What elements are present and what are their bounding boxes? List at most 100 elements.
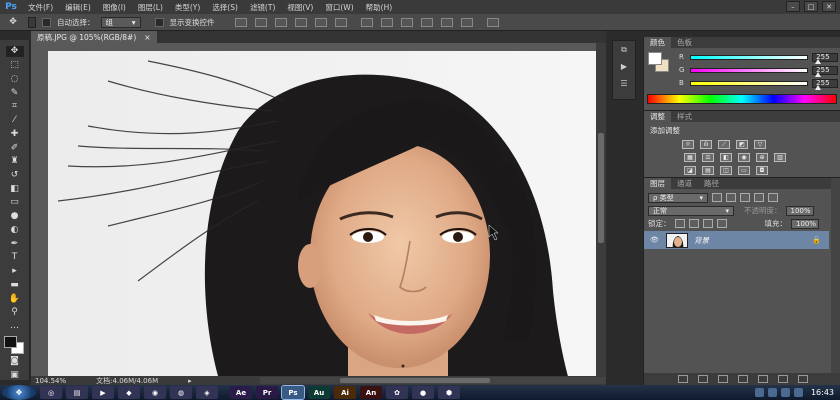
close-button[interactable]: ✕ [822, 1, 836, 12]
taskbar-ai[interactable]: Ai [334, 386, 356, 399]
taskbar-ps[interactable]: Ps [281, 385, 305, 400]
path-selection-tool-icon[interactable]: ▸ [6, 266, 24, 277]
document-tab[interactable]: 原稿.JPG @ 105%(RGB/8#) × [31, 31, 157, 43]
taskbar-app-icon[interactable]: ◆ [118, 386, 140, 399]
taskbar-clock[interactable]: 16:43 [811, 388, 834, 397]
tab-close-icon[interactable]: × [144, 33, 150, 42]
zoom-tool-icon[interactable]: ⚲ [6, 307, 24, 318]
photo-canvas[interactable] [48, 51, 596, 376]
menu-view[interactable]: 视图(V) [281, 2, 319, 13]
slider-r-track[interactable] [690, 54, 822, 64]
vertical-scroll-thumb[interactable] [598, 133, 604, 243]
filter-smart-icon[interactable] [768, 193, 778, 202]
quick-select-tool-icon[interactable]: ✎ [6, 87, 24, 98]
crop-tool-icon[interactable]: ⌗ [6, 101, 24, 112]
menu-edit[interactable]: 编辑(E) [59, 2, 97, 13]
tab-styles[interactable]: 样式 [671, 111, 698, 122]
fill-input[interactable]: 100% [791, 218, 819, 229]
dodge-tool-icon[interactable]: ◐ [6, 225, 24, 236]
filter-shape-icon[interactable] [754, 193, 764, 202]
gradient-map-icon[interactable]: ▭ [738, 166, 750, 175]
tab-color[interactable]: 颜色 [644, 37, 671, 48]
opacity-input[interactable]: 100% [785, 205, 814, 216]
tab-layers[interactable]: 图层 [644, 178, 671, 189]
horizontal-scrollbar[interactable] [260, 377, 606, 384]
menu-filter[interactable]: 滤镜(T) [244, 2, 281, 13]
lasso-tool-icon[interactable]: ◌ [6, 73, 24, 84]
preset-dropdown[interactable] [28, 16, 36, 28]
screen-mode-icon[interactable]: ▣ [6, 369, 24, 380]
eraser-tool-icon[interactable]: ◧ [6, 183, 24, 194]
actions-panel-icon[interactable]: ▶ [617, 61, 631, 72]
menu-help[interactable]: 帮助(H) [360, 2, 399, 13]
distribute-vcenter-icon[interactable] [380, 17, 393, 27]
tray-network-icon[interactable] [754, 388, 764, 397]
tray-app-icon[interactable] [793, 388, 803, 397]
levels-icon[interactable]: ılı [700, 140, 712, 149]
filter-pixel-icon[interactable] [712, 193, 722, 202]
layer-style-icon[interactable] [697, 375, 708, 383]
blur-tool-icon[interactable]: ● [6, 211, 24, 222]
history-brush-tool-icon[interactable]: ↺ [6, 170, 24, 181]
start-button-icon[interactable]: ❖ [2, 385, 36, 400]
photo-filter-icon[interactable]: ◉ [738, 153, 750, 162]
slider-b-track[interactable] [690, 80, 822, 90]
foreground-color-swatch[interactable] [3, 336, 17, 349]
lock-transparent-icon[interactable] [674, 219, 685, 228]
selective-color-icon[interactable]: ◘ [756, 166, 768, 175]
vibrance-icon[interactable]: ▽ [754, 140, 766, 149]
layer-filter-dropdown[interactable]: ρ 类型 ▾ [648, 192, 708, 203]
align-top-icon[interactable] [234, 17, 247, 27]
menu-image[interactable]: 图像(I) [97, 2, 132, 13]
rectangle-tool-icon[interactable]: ▬ [6, 279, 24, 290]
tab-paths[interactable]: 路径 [698, 178, 725, 189]
menu-file[interactable]: 文件(F) [22, 2, 59, 13]
taskbar-explorer-icon[interactable]: ▤ [66, 386, 88, 399]
align-bottom-icon[interactable] [274, 17, 287, 27]
tray-flag-icon[interactable] [780, 388, 790, 397]
new-adjustment-icon[interactable] [737, 375, 748, 383]
taskbar-an[interactable]: An [360, 386, 382, 399]
tab-channels[interactable]: 通道 [671, 178, 698, 189]
channel-mixer-icon[interactable]: ⊕ [756, 153, 768, 162]
new-layer-icon[interactable] [777, 375, 788, 383]
show-transform-checkbox[interactable] [154, 17, 164, 27]
taskbar-app5-icon[interactable]: ✿ [386, 386, 408, 399]
hand-tool-icon[interactable]: ✋ [6, 293, 24, 304]
taskbar-pr[interactable]: Pr [256, 386, 278, 399]
align-left-icon[interactable] [294, 17, 307, 27]
distribute-left-icon[interactable] [420, 17, 433, 27]
menu-window[interactable]: 窗口(W) [319, 2, 359, 13]
gradient-tool-icon[interactable]: ▭ [6, 197, 24, 208]
type-tool-icon[interactable]: T [6, 252, 24, 263]
layers-scrollbar[interactable] [831, 178, 840, 386]
distribute-top-icon[interactable] [360, 17, 373, 27]
clone-stamp-tool-icon[interactable]: ♜ [6, 156, 24, 167]
taskbar-ae[interactable]: Ae [230, 386, 252, 399]
lock-all-icon[interactable] [716, 219, 727, 228]
align-right-icon[interactable] [334, 17, 347, 27]
slider-g-track[interactable] [690, 67, 822, 77]
marquee-tool-icon[interactable]: ⬚ [6, 60, 24, 71]
delete-layer-icon[interactable] [797, 375, 808, 383]
quick-mask-icon[interactable]: ◙ [6, 356, 24, 367]
taskbar-app4-icon[interactable]: ◈ [196, 386, 218, 399]
zoom-level[interactable]: 104.54% [35, 377, 66, 385]
brightness-contrast-icon[interactable]: ☼ [682, 140, 694, 149]
horizontal-scroll-thumb[interactable] [340, 378, 490, 383]
taskbar-browser-icon[interactable]: ◎ [40, 386, 62, 399]
distribute-hcenter-icon[interactable] [440, 17, 453, 27]
history-panel-icon[interactable]: ⧉ [617, 44, 631, 55]
exposure-icon[interactable]: ◩ [736, 140, 748, 149]
filter-type-icon[interactable] [740, 193, 750, 202]
taskbar-app3-icon[interactable]: ◍ [170, 386, 192, 399]
slider-b-thumb[interactable] [815, 84, 822, 90]
brush-tool-icon[interactable]: ✐ [6, 142, 24, 153]
tray-volume-icon[interactable] [767, 388, 777, 397]
eye-icon[interactable]: 👁 [650, 236, 660, 244]
curves-icon[interactable]: ⟋ [718, 140, 730, 149]
tab-adjustments[interactable]: 调整 [644, 111, 671, 122]
color-swatches[interactable] [3, 336, 26, 355]
hue-saturation-icon[interactable]: ▦ [684, 153, 696, 162]
add-mask-icon[interactable] [717, 375, 728, 383]
